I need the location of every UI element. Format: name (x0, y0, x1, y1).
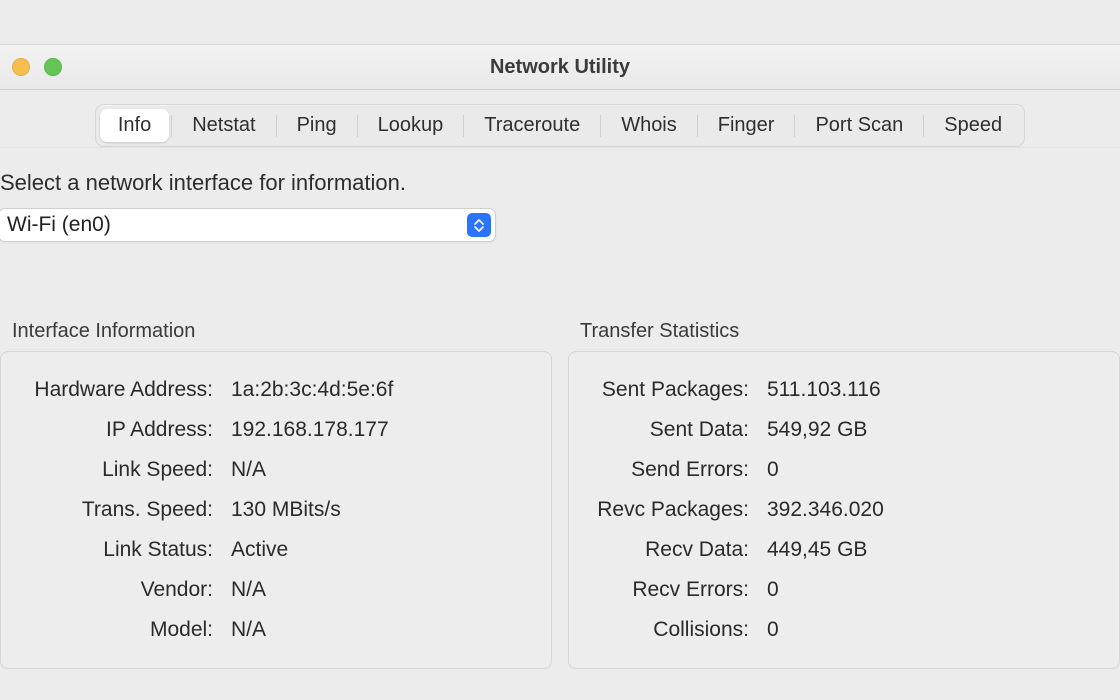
tab-traceroute[interactable]: Traceroute (466, 109, 598, 142)
label-trans-speed: Trans. Speed: (23, 498, 213, 522)
label-sent-data: Sent Data: (591, 418, 749, 442)
interface-info-row: IP Address: 192.168.178.177 (23, 410, 529, 450)
tab-separator (171, 115, 172, 137)
tab-separator (357, 115, 358, 137)
label-recv-errors: Recv Errors: (591, 578, 749, 602)
value-send-errors: 0 (767, 458, 1097, 482)
interface-info-row: Vendor: N/A (23, 570, 529, 610)
interface-info-title: Interface Information (0, 320, 552, 351)
tab-netstat[interactable]: Netstat (174, 109, 273, 142)
value-vendor: N/A (231, 578, 529, 602)
value-sent-data: 549,92 GB (767, 418, 1097, 442)
value-collisions: 0 (767, 618, 1097, 642)
tabbar: Info Netstat Ping Lookup Traceroute Whoi… (95, 104, 1025, 147)
transfer-stats-row: Collisions: 0 (591, 610, 1097, 650)
label-ip-address: IP Address: (23, 418, 213, 442)
transfer-stats-row: Recv Errors: 0 (591, 570, 1097, 610)
tab-port-scan[interactable]: Port Scan (797, 109, 921, 142)
tab-separator (697, 115, 698, 137)
transfer-stats-row: Send Errors: 0 (591, 450, 1097, 490)
tab-info[interactable]: Info (100, 109, 169, 142)
interface-select[interactable]: Wi-Fi (en0) (0, 208, 496, 242)
interface-info-row: Model: N/A (23, 610, 529, 650)
transfer-stats-row: Revc Packages: 392.346.020 (591, 490, 1097, 530)
value-model: N/A (231, 618, 529, 642)
window-title: Network Utility (0, 56, 1120, 79)
menubar-space (0, 0, 1120, 44)
label-send-errors: Send Errors: (591, 458, 749, 482)
label-collisions: Collisions: (591, 618, 749, 642)
content: Select a network interface for informati… (0, 148, 1120, 669)
interface-select-value: Wi-Fi (en0) (7, 213, 467, 237)
tabbar-wrap: Info Netstat Ping Lookup Traceroute Whoi… (0, 90, 1120, 148)
transfer-stats-row: Recv Data: 449,45 GB (591, 530, 1097, 570)
zoom-icon[interactable] (44, 58, 62, 76)
tab-separator (794, 115, 795, 137)
transfer-stats-title: Transfer Statistics (568, 320, 1120, 351)
tab-separator (276, 115, 277, 137)
label-hardware-address: Hardware Address: (23, 378, 213, 402)
tab-whois[interactable]: Whois (603, 109, 695, 142)
tab-separator (463, 115, 464, 137)
label-link-speed: Link Speed: (23, 458, 213, 482)
minimize-icon[interactable] (12, 58, 30, 76)
label-sent-packages: Sent Packages: (591, 378, 749, 402)
value-ip-address: 192.168.178.177 (231, 418, 529, 442)
interface-info-row: Link Speed: N/A (23, 450, 529, 490)
label-recv-packages: Revc Packages: (591, 498, 749, 522)
value-trans-speed: 130 MBits/s (231, 498, 529, 522)
label-recv-data: Recv Data: (591, 538, 749, 562)
interface-info-row: Link Status: Active (23, 530, 529, 570)
value-link-speed: N/A (231, 458, 529, 482)
tab-separator (600, 115, 601, 137)
tab-speed[interactable]: Speed (926, 109, 1020, 142)
label-model: Model: (23, 618, 213, 642)
transfer-stats-group: Transfer Statistics Sent Packages: 511.1… (568, 320, 1120, 669)
transfer-stats-row: Sent Data: 549,92 GB (591, 410, 1097, 450)
label-link-status: Link Status: (23, 538, 213, 562)
tab-ping[interactable]: Ping (279, 109, 355, 142)
tab-finger[interactable]: Finger (700, 109, 793, 142)
interface-info-box: Hardware Address: 1a:2b:3c:4d:5e:6f IP A… (0, 351, 552, 669)
instruction-label: Select a network interface for informati… (0, 170, 1120, 208)
value-recv-data: 449,45 GB (767, 538, 1097, 562)
transfer-stats-row: Sent Packages: 511.103.116 (591, 370, 1097, 410)
tab-separator (923, 115, 924, 137)
interface-info-group: Interface Information Hardware Address: … (0, 320, 552, 669)
interface-info-row: Hardware Address: 1a:2b:3c:4d:5e:6f (23, 370, 529, 410)
interface-info-row: Trans. Speed: 130 MBits/s (23, 490, 529, 530)
tab-lookup[interactable]: Lookup (360, 109, 462, 142)
value-hardware-address: 1a:2b:3c:4d:5e:6f (231, 378, 529, 402)
titlebar: Network Utility (0, 44, 1120, 90)
label-vendor: Vendor: (23, 578, 213, 602)
chevron-up-down-icon (467, 213, 491, 237)
value-recv-packages: 392.346.020 (767, 498, 1097, 522)
value-link-status: Active (231, 538, 529, 562)
transfer-stats-box: Sent Packages: 511.103.116 Sent Data: 54… (568, 351, 1120, 669)
traffic-lights (12, 58, 62, 76)
value-recv-errors: 0 (767, 578, 1097, 602)
value-sent-packages: 511.103.116 (767, 378, 1097, 402)
